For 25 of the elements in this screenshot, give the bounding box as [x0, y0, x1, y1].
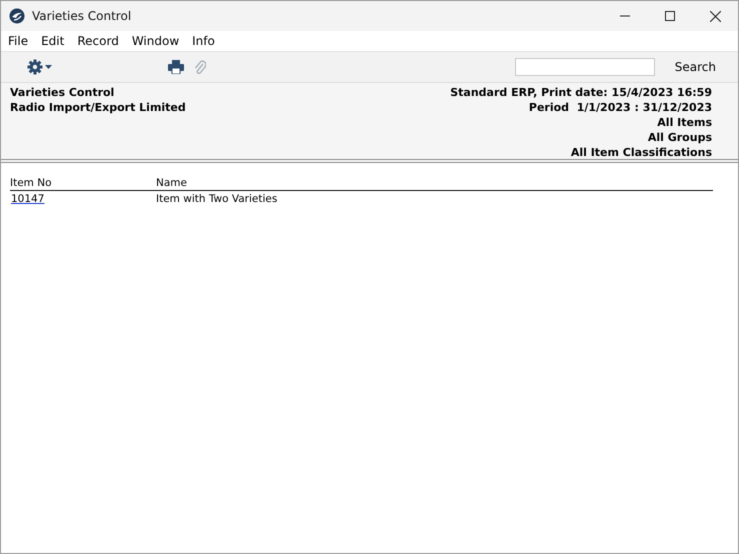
report-header-text: Standard ERP, Print date: 15/4/2023 16:59: [450, 85, 712, 100]
report-header-text: All Item Classifications: [570, 145, 712, 160]
column-header: Name: [156, 177, 187, 189]
table-cell: Item with Two Varieties: [156, 193, 278, 205]
item-link[interactable]: 10147: [10, 193, 156, 205]
report-header-text: All Groups: [648, 130, 712, 145]
close-icon[interactable]: [710, 10, 721, 22]
window-title: Varieties Control: [32, 9, 132, 23]
menu-item[interactable]: Edit: [41, 34, 64, 48]
paperclip-icon[interactable]: [194, 59, 206, 75]
search-field[interactable]: [514, 58, 655, 76]
search-button[interactable]: Search: [674, 60, 716, 74]
report-header-text: Radio Import/Export Limited: [10, 100, 186, 115]
maximize-icon[interactable]: [665, 11, 675, 21]
report-header-text: Varieties Control: [10, 85, 114, 100]
menu-item[interactable]: File: [8, 34, 28, 48]
menu-item[interactable]: Record: [77, 34, 119, 48]
printer-icon[interactable]: [168, 60, 184, 74]
column-header: Item No: [10, 177, 53, 189]
report-header-text: All Items: [657, 115, 712, 130]
app-logo-icon: [9, 8, 25, 24]
report-header-text: Period 1/1/2023 : 31/12/2023: [528, 100, 712, 115]
gear-menu-icon[interactable]: [27, 59, 53, 75]
menu-item[interactable]: Info: [192, 34, 215, 48]
menu-item[interactable]: Window: [132, 34, 180, 48]
